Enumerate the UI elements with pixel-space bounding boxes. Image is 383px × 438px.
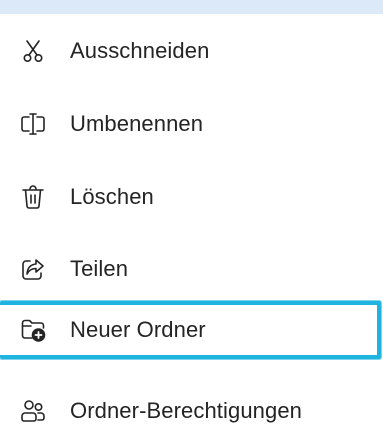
menu-item-label: Löschen — [70, 184, 154, 209]
context-menu: Ausschneiden Umbenennen Löschen Teilen N… — [0, 14, 383, 438]
menu-item-label: Teilen — [70, 256, 129, 281]
new-folder-icon — [20, 317, 46, 343]
menu-top-edge — [0, 0, 383, 14]
menu-item-rename[interactable]: Umbenennen — [0, 98, 383, 150]
menu-item-cut[interactable]: Ausschneiden — [0, 25, 383, 77]
menu-item-label: Ordner-Berechtigungen — [70, 398, 303, 423]
menu-item-new-folder[interactable]: Neuer Ordner — [0, 301, 381, 359]
menu-item-label: Ausschneiden — [70, 38, 210, 63]
menu-item-label: Neuer Ordner — [70, 317, 206, 342]
context-menu-window: Ausschneiden Umbenennen Löschen Teilen N… — [0, 0, 383, 438]
menu-item-delete[interactable]: Löschen — [0, 171, 383, 223]
people-icon — [20, 398, 46, 424]
trash-icon — [20, 184, 46, 210]
menu-item-folder-permissions[interactable]: Ordner-Berechtigungen — [0, 385, 383, 437]
menu-item-label: Umbenennen — [70, 111, 204, 136]
rename-icon — [20, 111, 46, 137]
scissors-icon — [20, 38, 46, 64]
menu-item-share[interactable]: Teilen — [0, 243, 383, 295]
share-icon — [20, 256, 46, 282]
